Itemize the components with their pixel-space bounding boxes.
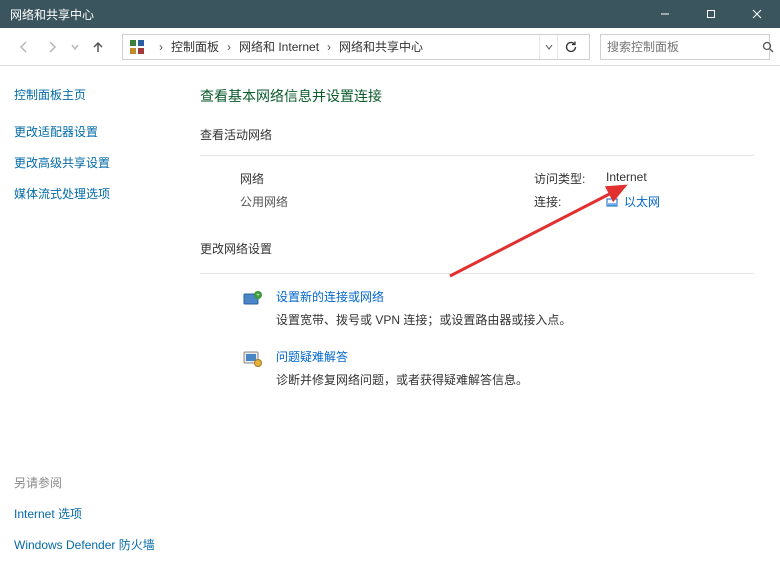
search-icon xyxy=(762,41,774,53)
breadcrumb-sep: › xyxy=(153,40,169,54)
active-networks-heading: 查看活动网络 xyxy=(200,126,754,143)
sidebar-link-advanced-sharing[interactable]: 更改高级共享设置 xyxy=(14,154,180,171)
refresh-button[interactable] xyxy=(557,35,583,59)
breadcrumb-item[interactable]: 网络和共享中心 xyxy=(337,38,425,55)
minimize-button[interactable] xyxy=(642,0,688,28)
access-type-label: 访问类型: xyxy=(534,170,606,187)
maximize-button[interactable] xyxy=(688,0,734,28)
control-panel-home-link[interactable]: 控制面板主页 xyxy=(14,86,180,103)
access-type-value: Internet xyxy=(606,170,647,187)
troubleshoot-icon xyxy=(240,348,266,370)
breadcrumb-item[interactable]: 控制面板 xyxy=(169,38,221,55)
search-input[interactable] xyxy=(607,40,762,54)
search-box[interactable] xyxy=(600,34,770,60)
window-title: 网络和共享中心 xyxy=(10,6,94,23)
control-panel-icon xyxy=(129,39,145,55)
title-bar: 网络和共享中心 xyxy=(0,0,780,28)
sidebar: 控制面板主页 更改适配器设置 更改高级共享设置 媒体流式处理选项 另请参阅 In… xyxy=(0,66,180,585)
close-button[interactable] xyxy=(734,0,780,28)
address-bar[interactable]: › 控制面板 › 网络和 Internet › 网络和共享中心 xyxy=(122,34,590,60)
breadcrumb-sep: › xyxy=(221,40,237,54)
option-link[interactable]: 设置新的连接或网络 xyxy=(276,288,571,305)
nav-forward-button[interactable] xyxy=(38,33,66,61)
option-link[interactable]: 问题疑难解答 xyxy=(276,348,528,365)
nav-back-button[interactable] xyxy=(10,33,38,61)
see-also-defender-firewall[interactable]: Windows Defender 防火墙 xyxy=(14,536,180,553)
change-settings-heading: 更改网络设置 xyxy=(200,240,754,257)
sidebar-link-adapter-settings[interactable]: 更改适配器设置 xyxy=(14,123,180,140)
option-troubleshoot: 问题疑难解答 诊断并修复网络问题，或者获得疑难解答信息。 xyxy=(200,348,754,388)
connection-value: 以太网 xyxy=(624,193,660,210)
nav-recent-button[interactable] xyxy=(66,33,84,61)
option-new-connection: + 设置新的连接或网络 设置宽带、拨号或 VPN 连接；或设置路由器或接入点。 xyxy=(200,288,754,328)
content-pane: 查看基本网络信息并设置连接 查看活动网络 网络 公用网络 访问类型: Inter… xyxy=(180,66,780,585)
breadcrumb-sep: › xyxy=(321,40,337,54)
breadcrumb-item[interactable]: 网络和 Internet xyxy=(237,38,321,55)
ethernet-icon xyxy=(606,196,620,208)
connection-label: 连接: xyxy=(534,193,606,210)
network-name: 网络 xyxy=(240,170,534,187)
connection-link[interactable]: 以太网 xyxy=(606,193,660,210)
option-desc: 诊断并修复网络问题，或者获得疑难解答信息。 xyxy=(276,371,528,388)
option-desc: 设置宽带、拨号或 VPN 连接；或设置路由器或接入点。 xyxy=(276,311,571,328)
network-type: 公用网络 xyxy=(240,193,534,210)
see-also-internet-options[interactable]: Internet 选项 xyxy=(14,505,180,522)
see-also-heading: 另请参阅 xyxy=(14,474,180,491)
nav-up-button[interactable] xyxy=(84,33,112,61)
active-network-row: 网络 公用网络 访问类型: Internet 连接: 以太 xyxy=(200,170,754,216)
svg-text:+: + xyxy=(256,293,260,299)
page-heading: 查看基本网络信息并设置连接 xyxy=(200,86,754,106)
new-connection-icon: + xyxy=(240,288,266,310)
toolbar: › 控制面板 › 网络和 Internet › 网络和共享中心 xyxy=(0,28,780,66)
address-dropdown-button[interactable] xyxy=(539,35,557,59)
sidebar-link-media-streaming[interactable]: 媒体流式处理选项 xyxy=(14,185,180,202)
